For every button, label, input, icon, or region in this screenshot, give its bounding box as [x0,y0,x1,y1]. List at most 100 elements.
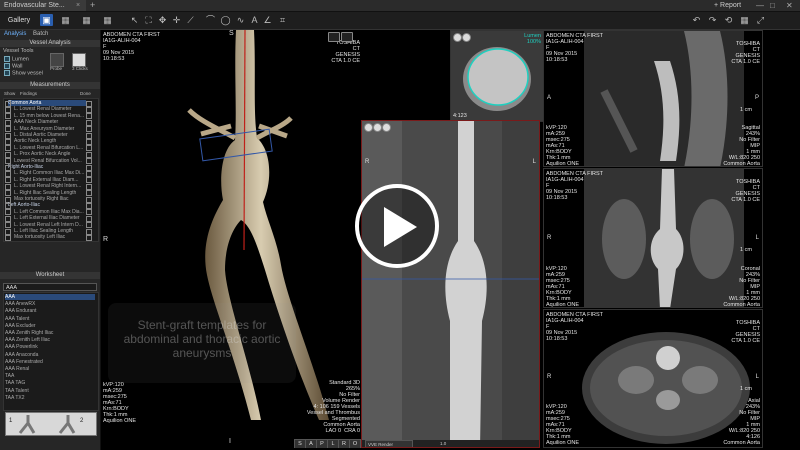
measurement-row[interactable]: Lowest Renal Bifurcation Vol... [14,158,86,164]
measurement-done-checkbox[interactable] [86,145,92,152]
measurement-row[interactable]: AAA Neck Diameter [14,119,86,125]
close-button[interactable]: ✕ [786,0,793,11]
settings-icon[interactable] [341,32,353,42]
play-icon[interactable] [384,207,417,247]
reset-icon[interactable]: ⟲ [722,14,735,26]
measurement-row[interactable]: L. Right Iliac Sealing Length [14,190,86,196]
worksheet-item[interactable]: AAA AnewRX [5,301,95,307]
measurement-done-checkbox[interactable] [86,183,92,190]
undo-icon[interactable]: ↶ [690,14,703,26]
render-mode-select[interactable]: VVE Render [365,440,413,447]
stent-thumbnail-strip[interactable] [5,412,97,436]
measurement-done-checkbox[interactable] [86,106,92,113]
measurement-show-checkbox[interactable] [5,100,11,107]
worksheet-item[interactable]: AAA Talent [5,316,95,322]
measurement-row[interactable]: L. Lowest Renal Right Intern... [14,183,86,189]
measurement-done-checkbox[interactable] [86,234,92,241]
select-icon[interactable]: ⛶ [142,14,155,26]
measurement-show-checkbox[interactable] [5,164,11,171]
measurement-row[interactable]: L. Lowest Renal Diameter [14,106,86,112]
worksheet-item[interactable]: AAA Zenith Left Iliac [5,337,95,343]
measurement-row[interactable]: Aortic Neck Length [14,138,86,144]
angle-icon[interactable]: ∠ [261,14,274,26]
worksheet-item[interactable]: AAA Zenith Right Iliac [5,330,95,336]
measurement-row[interactable]: L. 15 mm below Lowest Rena... [14,113,86,119]
coronal-view[interactable]: ABDOMEN CTA FIRST IA1G-ALIH-004 F 09 Nov… [543,168,763,308]
redo-icon[interactable]: ↷ [706,14,719,26]
measurement-done-checkbox[interactable] [86,196,92,203]
measurement-done-checkbox[interactable] [86,132,92,139]
measurement-done-checkbox[interactable] [86,190,92,197]
worksheet-item[interactable]: AAA Powerlink [5,344,95,350]
measurement-row[interactable]: Max tortuosity Right Iliac [14,196,86,202]
worksheet-select[interactable]: AAA [3,283,97,291]
measurement-show-checkbox[interactable] [5,145,11,152]
lasso-icon[interactable]: ⌒ [204,14,217,26]
axial-view[interactable]: ABDOMEN CTA FIRST IA1G-ALIH-004 F 09 Nov… [543,309,763,448]
worksheet-item[interactable]: TAA TAG [5,380,95,386]
measurement-done-checkbox[interactable] [86,158,92,165]
camera-icon[interactable] [328,32,340,42]
measurement-done-checkbox[interactable] [86,170,92,177]
measurement-row[interactable]: Right Aorto-Iliac [8,164,86,170]
measurement-show-checkbox[interactable] [5,151,11,158]
fullscreen-icon[interactable]: ⤢ [754,14,767,26]
measurement-row[interactable]: L. Right External Iliac Diam... [14,177,86,183]
add-tab-button[interactable]: + [90,0,95,11]
measurement-row[interactable]: Max tortuosity Left Iliac [14,234,86,240]
measurement-row[interactable]: L. Lowest Renal Bifurcation L... [14,145,86,151]
layout-3x3-icon[interactable]: ▦ [80,14,93,26]
curved-rotate-icon[interactable] [382,123,391,132]
measurement-show-checkbox[interactable] [5,222,11,229]
measurement-row[interactable]: L. Lowest Renal Left Intern D... [14,222,86,228]
worksheet-header[interactable]: Worksheet [0,272,100,279]
measurement-row[interactable]: L. Left Iliac Sealing Length [14,228,86,234]
minimize-button[interactable]: — [756,0,764,11]
measurement-done-checkbox[interactable] [86,209,92,216]
curved-zoom-in-icon[interactable] [373,123,382,132]
measurement-show-checkbox[interactable] [5,138,11,145]
measurement-show-checkbox[interactable] [5,119,11,126]
measurement-show-checkbox[interactable] [5,190,11,197]
measurement-done-checkbox[interactable] [86,100,92,107]
cross-section-view[interactable]: Lumen 100% 4:123 [450,30,544,122]
ruler-icon[interactable]: ⟋ [184,14,197,26]
layout-4x4-icon[interactable]: ▦ [101,14,114,26]
worksheet-item[interactable]: AAA [5,294,95,300]
measurement-row[interactable]: L. Left Common Iliac Max Dia... [14,209,86,215]
orientation-button[interactable]: O [349,439,361,448]
measurement-done-checkbox[interactable] [86,222,92,229]
measurement-row[interactable]: Left Aorto-Iliac [8,202,86,208]
zoom-out-icon[interactable] [453,33,462,42]
worksheet-item[interactable]: AAA Renal [5,366,95,372]
worksheet-item[interactable]: TAA [5,373,95,379]
worksheet-item[interactable]: TAA Talent [5,388,95,394]
measurement-row[interactable]: Common Aorta [8,100,86,106]
measurement-done-checkbox[interactable] [86,177,92,184]
grid-icon[interactable]: ▦ [738,14,751,26]
measurement-done-checkbox[interactable] [86,151,92,158]
measurement-show-checkbox[interactable] [5,234,11,241]
worksheet-item[interactable]: AAA Anaconda [5,352,95,358]
measurement-show-checkbox[interactable] [5,202,11,209]
curved-zoom-out-icon[interactable] [364,123,373,132]
tab-close-icon[interactable]: × [76,0,80,11]
measurement-row[interactable]: L. Max Aneurysm Diameter [14,126,86,132]
wall-checkbox[interactable]: Wall [4,63,23,69]
worksheet-item[interactable]: AAA Fenestrated [5,359,95,365]
zoom-in-icon[interactable] [462,33,471,42]
layout-2x2-icon[interactable]: ▦ [59,14,72,26]
measurement-done-checkbox[interactable] [86,113,92,120]
pointer-icon[interactable]: ↖ [128,14,141,26]
measurement-show-checkbox[interactable] [5,106,11,113]
crop-icon[interactable]: ⌗ [276,14,289,26]
show-vessel-checkbox[interactable]: Show vessel [4,70,43,76]
gallery-button[interactable]: Gallery [2,14,36,27]
measurement-row[interactable]: L. Prox Aortic Neck Angle [14,151,86,157]
measurement-row[interactable]: L. Right Common Iliac Max Di... [14,170,86,176]
measurement-show-checkbox[interactable] [5,132,11,139]
slab-thickness-value[interactable]: 1.0 [440,440,446,447]
measurement-show-checkbox[interactable] [5,177,11,184]
measurement-show-checkbox[interactable] [5,126,11,133]
move-icon[interactable]: ✛ [170,14,183,26]
